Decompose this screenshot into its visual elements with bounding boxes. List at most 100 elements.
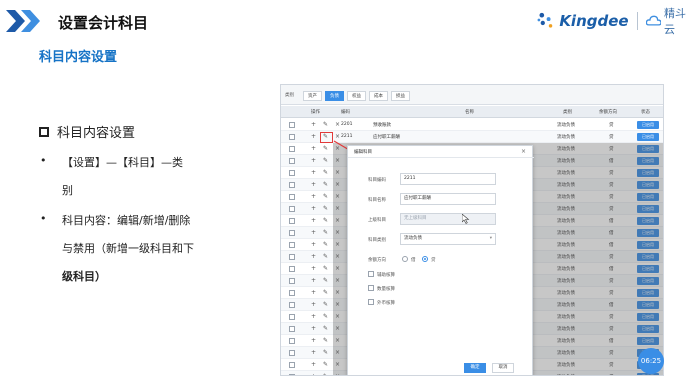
add-icon[interactable]: + [311,289,316,296]
edit-icon[interactable]: ✎ [323,289,328,296]
quantity-accounting-checkbox[interactable] [368,285,374,291]
jingdouyun-logo-text: 精斗云 [664,7,687,36]
edit-icon[interactable]: ✎ [323,265,328,272]
add-icon[interactable]: + [311,277,316,284]
edit-icon[interactable]: ✎ [323,349,328,356]
add-icon[interactable]: + [311,313,316,320]
edit-icon[interactable]: ✎ [323,313,328,320]
account-name-input[interactable]: 应付职工薪酬 [400,193,496,205]
edit-icon[interactable]: ✎ [323,145,328,152]
row-checkbox[interactable] [289,122,295,128]
kingdee-logo-text: Kingdee [559,12,629,30]
dialog-title: 编辑科目 [354,150,372,155]
name-label: 科目名称 [368,198,386,203]
row-checkbox[interactable] [289,278,295,284]
add-icon[interactable]: + [311,121,316,128]
add-icon[interactable]: + [311,337,316,344]
row-checkbox[interactable] [289,146,295,152]
edit-icon[interactable]: ✎ [323,121,328,128]
parent-account-input[interactable]: 无上级科目 [400,213,496,225]
tab-cost[interactable]: 成本 [369,91,388,101]
row-checkbox[interactable] [289,302,295,308]
row-checkbox[interactable] [289,134,295,140]
add-icon[interactable]: + [311,325,316,332]
add-icon[interactable]: + [311,169,316,176]
aux-accounting-checkbox[interactable] [368,271,374,277]
table-header: 操作 编码 名称 类别 余额方向 状态 [281,106,663,118]
row-checkbox[interactable] [289,230,295,236]
edit-icon[interactable]: ✎ [323,301,328,308]
delete-icon[interactable]: × [335,121,340,128]
bullet2-line1: 科目内容：编辑/新增/删除 [62,214,191,227]
edit-icon[interactable]: ✎ [323,217,328,224]
add-icon[interactable]: + [311,145,316,152]
parent-label: 上级科目 [368,218,386,223]
row-name: 预收账款 [373,123,391,128]
fx-accounting-checkbox[interactable] [368,299,374,305]
row-checkbox[interactable] [289,266,295,272]
edit-icon[interactable]: ✎ [323,361,328,368]
delete-icon[interactable]: × [335,133,340,140]
tab-liability[interactable]: 负债 [325,91,344,101]
bullet1-line1: 【设置】—【科目】—类 [62,156,183,169]
close-icon[interactable]: × [521,148,526,155]
tab-equity[interactable]: 权益 [347,91,366,101]
table-row[interactable]: + ✎ × 2201 预收账款 流动负债 贷 已启用 [281,119,663,131]
add-icon[interactable]: + [311,133,316,140]
edit-icon[interactable]: ✎ [323,229,328,236]
edit-icon[interactable]: ✎ [323,373,328,375]
add-icon[interactable]: + [311,229,316,236]
credit-radio[interactable] [422,256,428,262]
add-icon[interactable]: + [311,241,316,248]
edit-icon[interactable]: ✎ [323,205,328,212]
cancel-button[interactable]: 取消 [492,363,514,373]
row-checkbox[interactable] [289,218,295,224]
tab-profit-loss[interactable]: 损益 [391,91,410,101]
edit-icon[interactable]: ✎ [323,337,328,344]
row-checkbox[interactable] [289,374,295,375]
add-icon[interactable]: + [311,265,316,272]
edit-icon[interactable]: ✎ [323,181,328,188]
row-checkbox[interactable] [289,338,295,344]
add-icon[interactable]: + [311,217,316,224]
edit-icon[interactable]: ✎ [323,277,328,284]
edit-icon[interactable]: ✎ [323,193,328,200]
confirm-button[interactable]: 确定 [464,363,486,373]
edit-icon[interactable]: ✎ [323,241,328,248]
add-icon[interactable]: + [311,157,316,164]
edit-icon[interactable]: ✎ [323,157,328,164]
add-icon[interactable]: + [311,373,316,375]
account-code-input[interactable]: 2211 [400,173,496,185]
row-checkbox[interactable] [289,194,295,200]
add-icon[interactable]: + [311,181,316,188]
add-icon[interactable]: + [311,205,316,212]
row-checkbox[interactable] [289,290,295,296]
row-checkbox[interactable] [289,206,295,212]
row-checkbox[interactable] [289,314,295,320]
bullet2-line2-text: 与禁用（新增一级科目和下 [62,242,194,255]
row-checkbox[interactable] [289,362,295,368]
status-badge[interactable]: 已启用 [637,121,659,129]
row-checkbox[interactable] [289,170,295,176]
status-badge[interactable]: 已启用 [637,133,659,141]
debit-radio[interactable] [402,256,408,262]
add-icon[interactable]: + [311,301,316,308]
row-checkbox[interactable] [289,254,295,260]
tab-asset[interactable]: 资产 [303,91,322,101]
row-checkbox[interactable] [289,182,295,188]
edit-icon[interactable]: ✎ [323,169,328,176]
add-icon[interactable]: + [311,253,316,260]
row-checkbox[interactable] [289,242,295,248]
edit-icon[interactable]: ✎ [323,253,328,260]
row-checkbox[interactable] [289,326,295,332]
edit-icon[interactable]: ✎ [323,325,328,332]
add-icon[interactable]: + [311,361,316,368]
add-icon[interactable]: + [311,349,316,356]
add-icon[interactable]: + [311,193,316,200]
account-category-select[interactable]: 流动负债 ▾ [400,233,496,245]
row-checkbox[interactable] [289,158,295,164]
col-status: 状态 [641,110,650,115]
tabs-lead-label: 类别 [285,93,294,98]
row-checkbox[interactable] [289,350,295,356]
time-badge[interactable]: 06:25 [638,348,664,374]
